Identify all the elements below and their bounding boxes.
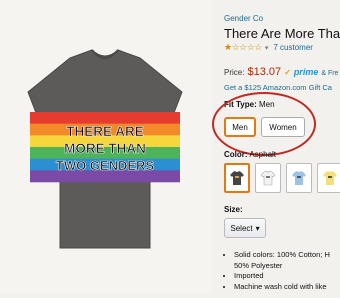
chevron-down-icon: ▾ [255,223,260,233]
feature-bullet: Machine wash cold with like [234,282,340,293]
chevron-down-icon[interactable]: ▾ [265,44,269,52]
feature-bullet: Imported [234,271,340,282]
product-image[interactable]: THERE ARE MORE THAN TWO GENDERS [0,0,212,293]
reviews-link[interactable]: 7 customer [273,43,313,52]
color-swatch-blue[interactable] [286,163,312,193]
price-value: $13.07 [247,66,282,78]
shirt-text-line-3: TWO GENDERS [56,158,155,173]
product-title: There Are More Tha [224,26,340,41]
star-rating-icon[interactable]: ★☆☆☆☆ [224,42,262,53]
color-value: Asphalt [249,150,277,159]
color-swatch-asphalt[interactable] [224,163,250,193]
shirt-text-line-2: MORE THAN [64,141,146,156]
tshirt-icon [292,171,306,185]
size-select[interactable]: Select ▾ [224,218,266,238]
prime-badge: prime [293,67,319,77]
price-label: Price: [224,68,245,77]
free-shipping-link[interactable]: & Fre [321,70,338,77]
feature-bullet: Solid colors: 100% Cotton; H [234,250,340,261]
color-heading: Color: [224,150,248,159]
rating-row: ★☆☆☆☆ ▾ 7 customer [224,42,313,53]
tshirt-icon [323,171,337,185]
gift-card-offer[interactable]: Get a $125 Amazon.com Gift Ca [224,83,332,92]
prime-check-icon: ✓ [284,68,291,77]
size-select-label: Select [230,223,253,233]
color-label: Color: Asphalt [224,150,276,159]
color-swatch-yellow[interactable] [317,163,340,193]
color-swatch-white[interactable] [255,163,281,193]
tshirt-icon [260,170,276,186]
price-row: Price: $13.07 ✓ prime & Fre [224,66,338,78]
brand-link[interactable]: Gender Co [224,14,263,23]
tshirt-icon [230,171,244,185]
red-annotation-circle [212,92,316,156]
rainbow-stripe [30,112,180,124]
product-details: Gender Co There Are More Tha ★☆☆☆☆ ▾ 7 c… [212,0,340,293]
feature-bullets: Solid colors: 100% Cotton; H 50% Polyest… [224,250,340,292]
feature-bullet: 50% Polyester [234,260,283,270]
size-label: Size: [224,205,243,214]
tshirt-image: THERE ARE MORE THAN TWO GENDERS [27,49,183,249]
shirt-text-line-1: THERE ARE [66,124,144,139]
